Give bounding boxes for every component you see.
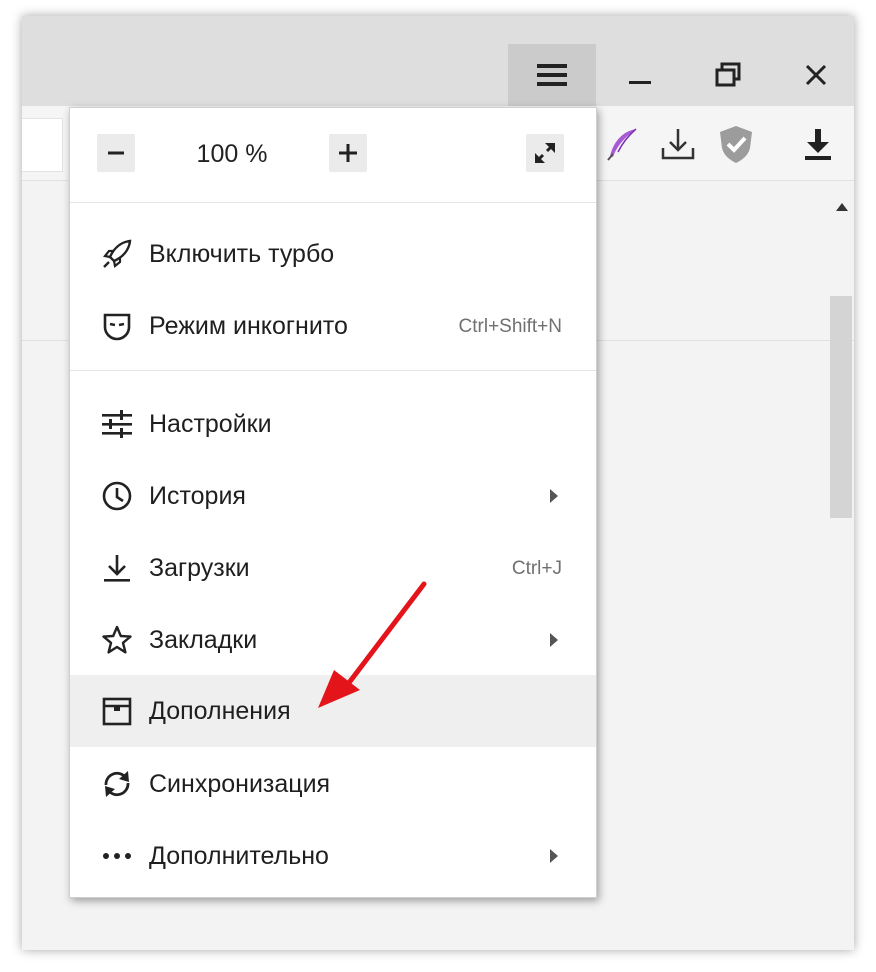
download-tray-icon — [661, 129, 695, 160]
extensions-box-icon — [98, 692, 136, 730]
menu-item-more[interactable]: Дополнительно — [70, 820, 596, 892]
menu-item-label: Включить турбо — [149, 240, 335, 268]
hamburger-icon — [537, 64, 567, 86]
chevron-right-icon — [548, 847, 560, 865]
minimize-icon — [629, 81, 651, 84]
download-icon — [98, 549, 136, 587]
address-bar[interactable] — [22, 118, 63, 172]
menu-item-label: Дополнения — [149, 697, 291, 725]
zoom-out-button[interactable] — [97, 134, 135, 172]
scrollbar-thumb[interactable] — [830, 296, 852, 518]
sync-icon — [98, 765, 136, 803]
protect-shield-button[interactable] — [716, 124, 756, 164]
menu-item-label: История — [149, 482, 246, 510]
zoom-in-button[interactable] — [329, 134, 367, 172]
menu-item-label: Режим инкогнито — [149, 312, 348, 340]
menu-separator — [70, 202, 596, 203]
scroll-up-button[interactable] — [834, 200, 850, 214]
minimize-button[interactable] — [596, 44, 684, 106]
feather-icon — [607, 128, 637, 161]
more-dots-icon — [98, 837, 136, 875]
restore-icon — [715, 62, 741, 87]
plus-icon — [339, 144, 357, 162]
clock-icon — [98, 477, 136, 515]
zoom-controls: 100 % — [70, 108, 596, 202]
close-icon — [805, 64, 827, 86]
menu-item-label: Настройки — [149, 410, 272, 438]
chevron-right-icon — [548, 631, 560, 649]
menu-item-history[interactable]: История — [70, 460, 596, 532]
shield-check-icon — [720, 126, 752, 163]
menu-item-label: Закладки — [149, 626, 258, 654]
minus-icon — [108, 151, 124, 155]
close-button[interactable] — [772, 44, 854, 106]
restore-button[interactable] — [684, 44, 772, 106]
rocket-icon — [98, 235, 136, 273]
feather-extension-button[interactable] — [602, 124, 642, 164]
title-bar — [22, 16, 854, 106]
fullscreen-button[interactable] — [526, 134, 564, 172]
shortcut-hint: Ctrl+Shift+N — [458, 316, 562, 337]
menu-item-sync[interactable]: Синхронизация — [70, 748, 596, 820]
menu-item-label: Дополнительно — [149, 842, 329, 870]
menu-item-bookmarks[interactable]: Закладки — [70, 604, 596, 676]
menu-separator — [70, 370, 596, 371]
download-arrow-icon — [805, 129, 831, 160]
downloads-toolbar-button[interactable] — [658, 124, 698, 164]
menu-item-extensions[interactable]: Дополнения — [70, 675, 596, 747]
menu-item-incognito[interactable]: Режим инкогнито Ctrl+Shift+N — [70, 290, 596, 362]
incognito-mask-icon — [98, 307, 136, 345]
menu-item-label: Загрузки — [149, 554, 250, 582]
chevron-right-icon — [548, 487, 560, 505]
star-icon — [98, 621, 136, 659]
menu-item-turbo[interactable]: Включить турбо — [70, 218, 596, 290]
triangle-up-icon — [836, 203, 848, 211]
menu-item-label: Синхронизация — [149, 770, 331, 798]
fullscreen-icon — [534, 142, 556, 164]
download-button[interactable] — [798, 124, 838, 164]
main-menu: 100 % Включить турбо Режим инкогнито Ctr… — [69, 107, 597, 898]
shortcut-hint: Ctrl+J — [511, 558, 562, 579]
menu-item-downloads[interactable]: Загрузки Ctrl+J — [70, 532, 596, 604]
menu-item-settings[interactable]: Настройки — [70, 388, 596, 460]
settings-sliders-icon — [98, 405, 136, 443]
zoom-level: 100 % — [196, 140, 268, 168]
menu-button[interactable] — [508, 44, 596, 106]
